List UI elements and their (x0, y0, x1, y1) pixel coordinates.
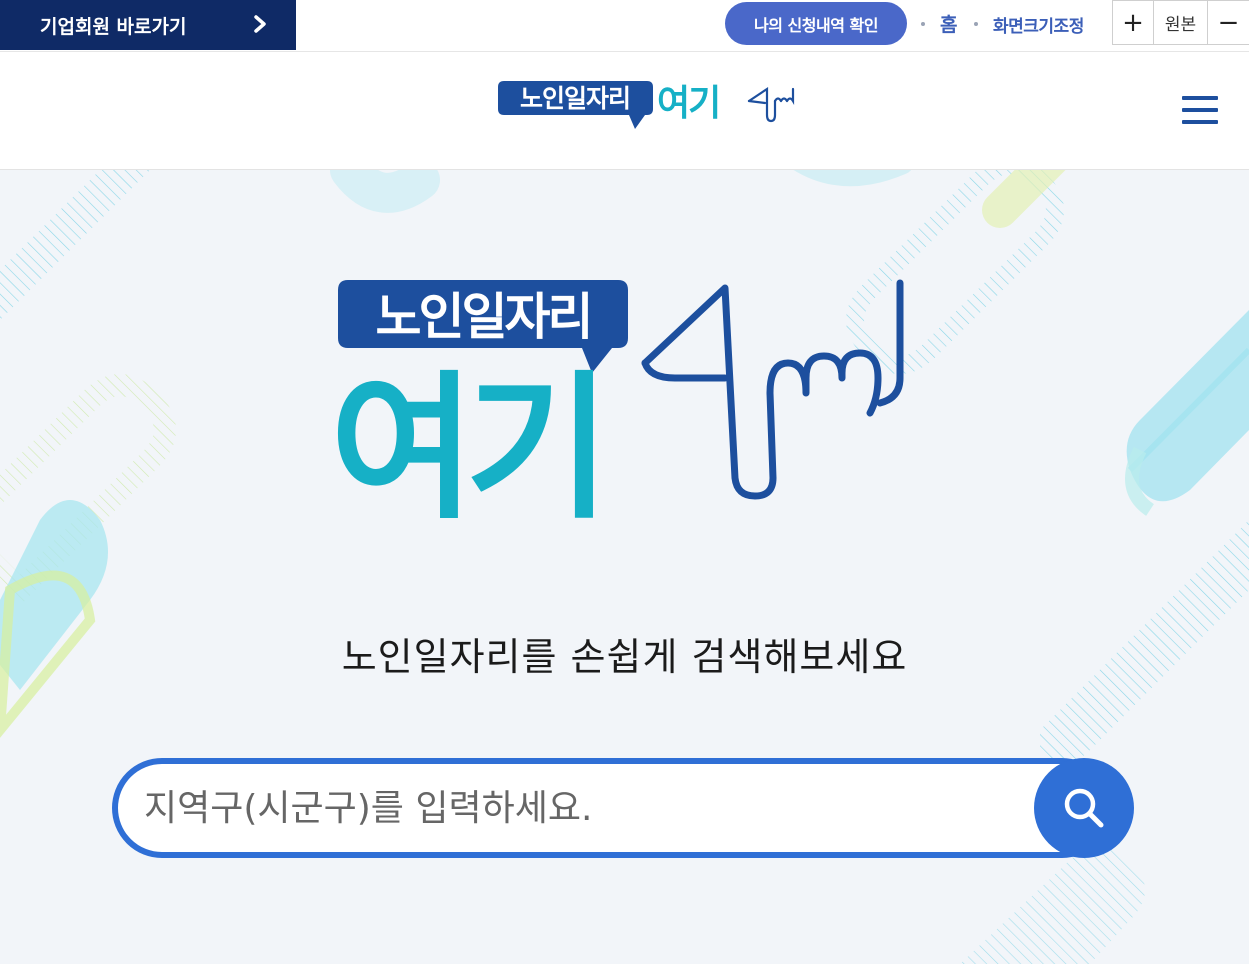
utility-bar: 기업회원 바로가기 나의 신청내역 확인 홈 화면크기조정 + 원본 − (0, 0, 1249, 52)
hamburger-menu-icon (1182, 96, 1218, 124)
hero-tagline: 노인일자리를 손쉽게 검색해보세요 (341, 635, 908, 679)
hero-section: 노인일자리 여기 노인일자리를 손쉽게 검색해보세요 (0, 170, 1249, 964)
separator-dot (974, 22, 978, 26)
region-search-input[interactable] (144, 782, 1024, 834)
chevron-right-icon (254, 15, 266, 33)
zoom-in-button[interactable]: + (1113, 1, 1154, 44)
my-application-button[interactable]: 나의 신청내역 확인 (725, 2, 907, 45)
hero-logo-bottom-text: 여기 (330, 357, 601, 518)
hero-logo-top-text: 노인일자리 (376, 288, 591, 346)
my-application-label: 나의 신청내역 확인 (754, 15, 878, 35)
corporate-member-label: 기업회원 바로가기 (40, 15, 187, 38)
zoom-reset-button[interactable]: 원본 (1154, 1, 1208, 44)
search-box (112, 758, 1112, 858)
site-logo[interactable]: 노인일자리 여기 (495, 79, 800, 139)
pointing-hand-icon (747, 86, 795, 123)
hero-logo: 노인일자리 여기 (330, 279, 904, 518)
pointing-hand-icon (641, 279, 904, 500)
plus-icon: + (1122, 7, 1144, 38)
corporate-member-link[interactable]: 기업회원 바로가기 (0, 0, 296, 50)
zoom-out-button[interactable]: − (1208, 1, 1249, 44)
logo-small-top-text: 노인일자리 (520, 84, 630, 113)
separator-dot (921, 22, 925, 26)
zoom-controls: + 원본 − (1112, 0, 1249, 45)
minus-icon: − (1217, 7, 1240, 38)
search-icon (1064, 788, 1104, 828)
site-header: 노인일자리 여기 (0, 52, 1249, 170)
search-button[interactable] (1034, 758, 1134, 858)
zoom-reset-label: 원본 (1164, 15, 1197, 35)
home-link[interactable]: 홈 (940, 10, 957, 37)
zoom-label: 화면크기조정 (993, 17, 1084, 37)
menu-button[interactable] (1182, 96, 1218, 124)
job-search-form (112, 758, 1134, 858)
logo-small-bottom-text: 여기 (657, 83, 719, 124)
